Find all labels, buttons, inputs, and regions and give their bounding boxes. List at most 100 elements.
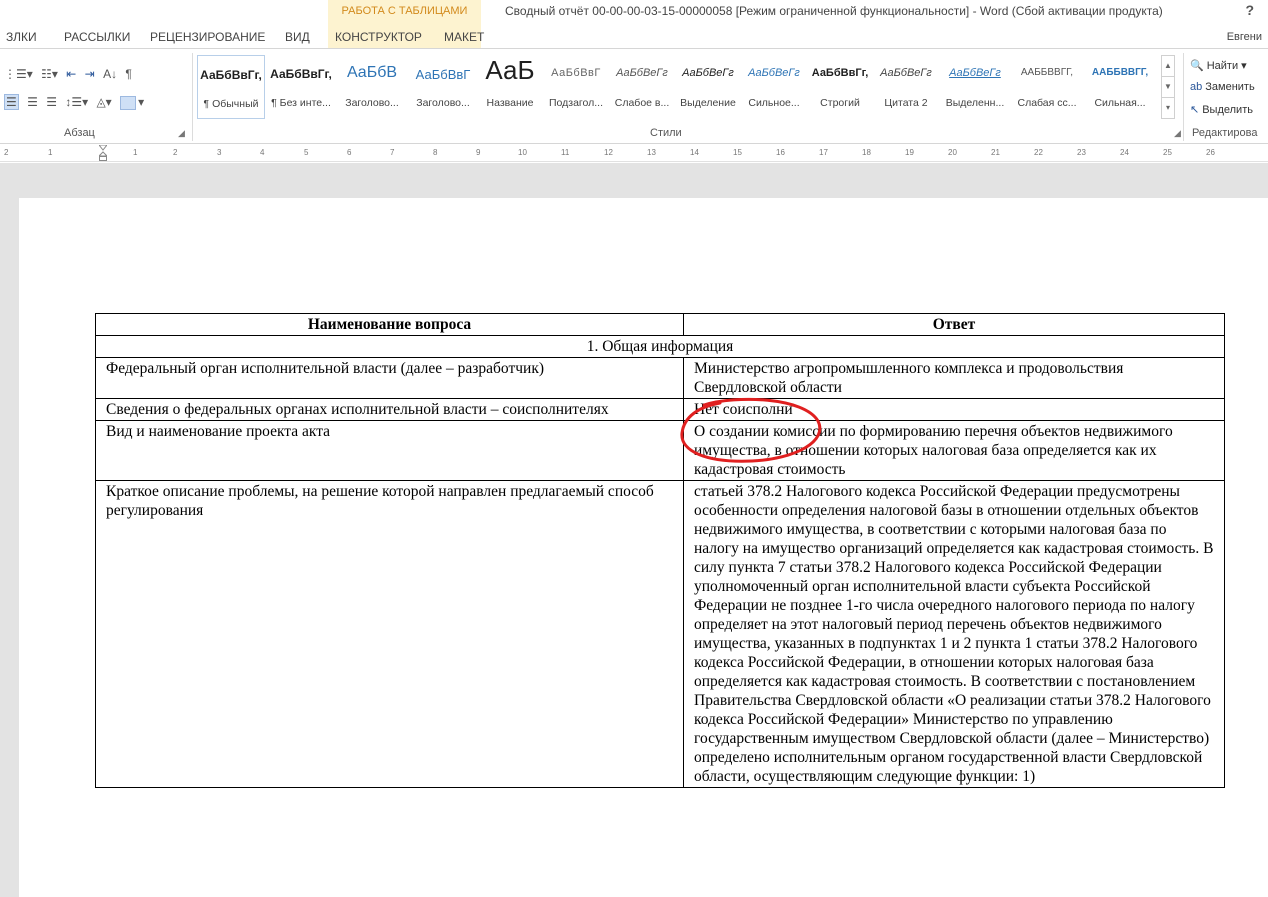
section-title[interactable]: 1. Общая информация bbox=[95, 335, 1225, 358]
ruler-label: 5 bbox=[304, 148, 309, 157]
increase-indent-icon[interactable]: ⇥ bbox=[85, 67, 95, 81]
style-subtitle[interactable]: АаБбВвГ Подзагол... bbox=[543, 55, 609, 119]
ruler-label: 10 bbox=[518, 148, 527, 157]
line-spacing-icon[interactable]: ↕☰▾ bbox=[65, 95, 88, 109]
style-strong[interactable]: АаБбВвГг, Строгий bbox=[807, 55, 873, 119]
paragraph-dialog-launcher-icon[interactable]: ◢ bbox=[178, 128, 185, 139]
ruler-label: 2 bbox=[173, 148, 178, 157]
user-name[interactable]: Евгени bbox=[1227, 31, 1262, 43]
style-normal[interactable]: АаБбВвГг, ¶ Обычный bbox=[197, 55, 265, 119]
answer-cell[interactable]: статьей 378.2 Налогового кодекса Российс… bbox=[683, 480, 1225, 788]
style-subtle-reference[interactable]: ААББВВГГ, Слабая сс... bbox=[1011, 55, 1083, 119]
tab-review[interactable]: РЕЦЕНЗИРОВАНИЕ bbox=[150, 30, 265, 44]
styles-group-label: Стили bbox=[650, 127, 682, 139]
annotation-circle bbox=[680, 397, 822, 463]
question-cell[interactable]: Федеральный орган исполнительной власти … bbox=[95, 357, 684, 399]
ruler-label: 8 bbox=[433, 148, 438, 157]
gallery-down-icon[interactable]: ▼ bbox=[1162, 77, 1174, 98]
style-title[interactable]: АаБ Название bbox=[477, 55, 543, 119]
question-cell[interactable]: Вид и наименование проекта акта bbox=[95, 420, 684, 481]
window-title: Сводный отчёт 00-00-00-03-15-00000058 [Р… bbox=[505, 4, 1163, 18]
ruler-label: 16 bbox=[776, 148, 785, 157]
tab-links[interactable]: ЗЛКИ bbox=[6, 30, 37, 44]
ruler-label: 22 bbox=[1034, 148, 1043, 157]
multilevel-list-icon[interactable]: ☷▾ bbox=[41, 67, 58, 81]
align-right-icon[interactable]: ☰ bbox=[27, 95, 38, 109]
help-icon[interactable]: ? bbox=[1245, 2, 1254, 18]
select-button[interactable]: ↖ Выделить bbox=[1190, 103, 1253, 116]
show-marks-icon[interactable]: ¶ bbox=[125, 67, 131, 81]
horizontal-ruler[interactable]: 2 1 1 2 3 4 5 6 7 8 9 10 11 12 13 14 15 … bbox=[0, 144, 1268, 162]
ruler-label: 9 bbox=[476, 148, 481, 157]
bullets-icon[interactable]: ⋮☰▾ bbox=[4, 67, 33, 81]
style-heading-2[interactable]: АаБбВвГ Заголово... bbox=[409, 55, 477, 119]
ruler-label: 26 bbox=[1206, 148, 1215, 157]
table-section-row: 1. Общая информация bbox=[95, 335, 1225, 358]
ruler-label: 23 bbox=[1077, 148, 1086, 157]
style-intense-quote[interactable]: АаБбВеГг Выделенн... bbox=[939, 55, 1011, 119]
ruler-label: 3 bbox=[217, 148, 222, 157]
editing-group-label: Редактирова bbox=[1192, 127, 1258, 139]
styles-gallery-scroller: ▲ ▼ ▾ bbox=[1161, 55, 1175, 119]
question-cell[interactable]: Краткое описание проблемы, на решение ко… bbox=[95, 480, 684, 788]
styles-dialog-launcher-icon[interactable]: ◢ bbox=[1174, 128, 1181, 139]
context-tab-table-tools: РАБОТА С ТАБЛИЦАМИ bbox=[328, 0, 481, 26]
borders-icon[interactable] bbox=[120, 95, 137, 110]
table-row: Краткое описание проблемы, на решение ко… bbox=[95, 480, 1225, 788]
table-row: Вид и наименование проекта акта О создан… bbox=[95, 420, 1225, 481]
ribbon: ⋮☰▾ ☷▾ ⇤ ⇥ A↓ ¶ ☰ ☰ ☰ ↕☰▾ ◬▾ ▾ Абзац ◢ А… bbox=[0, 48, 1268, 144]
sort-icon[interactable]: A↓ bbox=[103, 67, 117, 81]
style-quote[interactable]: АаБбВеГг Цитата 2 bbox=[873, 55, 939, 119]
table-header-row: Наименование вопроса Ответ bbox=[95, 313, 1225, 336]
tab-layout[interactable]: МАКЕТ bbox=[444, 30, 484, 44]
title-bar: РАБОТА С ТАБЛИЦАМИ Сводный отчёт 00-00-0… bbox=[0, 0, 1268, 26]
ruler-label: 4 bbox=[260, 148, 265, 157]
ruler-label: 17 bbox=[819, 148, 828, 157]
justify-icon[interactable]: ☰ bbox=[46, 95, 57, 109]
document-canvas[interactable]: Наименование вопроса Ответ 1. Общая инфо… bbox=[0, 163, 1268, 897]
ruler-label: 6 bbox=[347, 148, 352, 157]
decrease-indent-icon[interactable]: ⇤ bbox=[66, 67, 76, 81]
group-divider bbox=[1183, 53, 1184, 141]
tab-view[interactable]: ВИД bbox=[285, 30, 310, 44]
ruler-label: 20 bbox=[948, 148, 957, 157]
align-center-icon[interactable]: ☰ bbox=[4, 94, 19, 110]
style-intense-emphasis[interactable]: АаБбВеГг Сильное... bbox=[741, 55, 807, 119]
table-row: Федеральный орган исполнительной власти … bbox=[95, 357, 1225, 399]
ruler-label: 19 bbox=[905, 148, 914, 157]
style-no-spacing[interactable]: АаБбВвГг, ¶ Без инте... bbox=[267, 55, 335, 119]
ruler-label: 24 bbox=[1120, 148, 1129, 157]
find-button[interactable]: 🔍 Найти ▾ bbox=[1190, 59, 1247, 72]
ruler-label: 25 bbox=[1163, 148, 1172, 157]
style-emphasis[interactable]: АаБбВеГг Выделение bbox=[675, 55, 741, 119]
shading-icon[interactable]: ◬▾ bbox=[96, 95, 111, 109]
document-table[interactable]: Наименование вопроса Ответ 1. Общая инфо… bbox=[95, 313, 1225, 788]
ruler-label: 11 bbox=[561, 148, 570, 157]
table-row: Сведения о федеральных органах исполните… bbox=[95, 398, 1225, 421]
cursor-icon: ↖ bbox=[1190, 104, 1200, 116]
gallery-more-icon[interactable]: ▾ bbox=[1162, 98, 1174, 119]
ruler-label: 1 bbox=[133, 148, 138, 157]
ruler-label: 15 bbox=[733, 148, 742, 157]
replace-icon: ab bbox=[1190, 81, 1203, 93]
tab-mailings[interactable]: РАССЫЛКИ bbox=[64, 30, 130, 44]
replace-button[interactable]: ab Заменить bbox=[1190, 81, 1255, 93]
style-subtle-emphasis[interactable]: АаБбВеГг Слабое в... bbox=[609, 55, 675, 119]
group-divider bbox=[192, 53, 193, 141]
tab-design[interactable]: КОНСТРУКТОР bbox=[335, 30, 422, 44]
indent-marker-icon[interactable] bbox=[99, 145, 107, 161]
document-page[interactable]: Наименование вопроса Ответ 1. Общая инфо… bbox=[19, 198, 1268, 897]
ruler-label: 14 bbox=[690, 148, 699, 157]
question-cell[interactable]: Сведения о федеральных органах исполните… bbox=[95, 398, 684, 421]
gallery-up-icon[interactable]: ▲ bbox=[1162, 56, 1174, 77]
ribbon-tabs: ЗЛКИ РАССЫЛКИ РЕЦЕНЗИРОВАНИЕ ВИД КОНСТРУ… bbox=[0, 26, 1268, 48]
column-header-answer[interactable]: Ответ bbox=[683, 313, 1225, 336]
ruler-label: 7 bbox=[390, 148, 395, 157]
style-intense-reference[interactable]: ААББВВГГ, Сильная... bbox=[1083, 55, 1157, 119]
answer-cell[interactable]: Министерство агропромышленного комплекса… bbox=[683, 357, 1225, 399]
column-header-question[interactable]: Наименование вопроса bbox=[95, 313, 684, 336]
ruler-label: 21 bbox=[991, 148, 1000, 157]
style-heading-1[interactable]: АаБбВ Заголово... bbox=[337, 55, 407, 119]
styles-gallery: АаБбВвГг, ¶ Обычный АаБбВвГг, ¶ Без инте… bbox=[197, 55, 1160, 119]
ruler-label: 1 bbox=[48, 148, 53, 157]
